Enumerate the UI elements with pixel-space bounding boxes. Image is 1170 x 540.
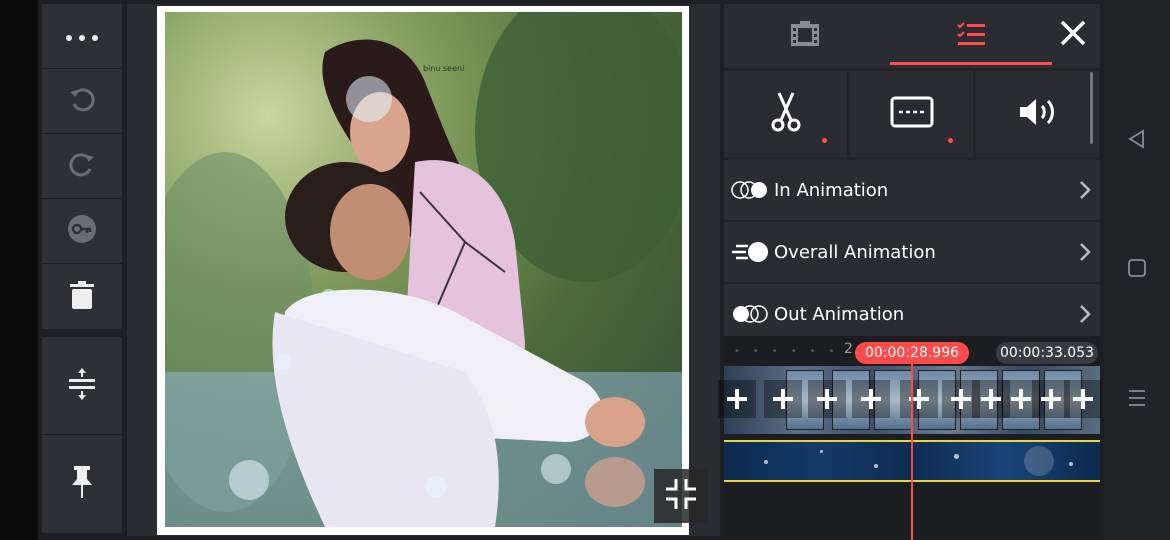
sparkle <box>954 454 959 459</box>
overall-animation-row[interactable]: Overall Animation <box>724 222 1100 282</box>
playhead[interactable] <box>911 358 913 540</box>
app-root: binu seeni In Animation Overall Animatio… <box>0 0 1170 540</box>
close-icon <box>1060 20 1086 50</box>
volume-icon <box>1018 96 1058 132</box>
panel-scrollbar[interactable] <box>1090 72 1093 144</box>
preview-photo[interactable]: binu seeni <box>165 12 682 527</box>
add-transition-button[interactable] <box>1064 380 1102 418</box>
overall-animation-label: Overall Animation <box>774 241 936 263</box>
shrink-icon <box>664 477 698 515</box>
close-button[interactable] <box>1056 18 1090 52</box>
add-transition-button[interactable] <box>808 380 846 418</box>
toolbar-group-bottom <box>42 337 122 533</box>
add-transition-button[interactable] <box>764 380 802 418</box>
sparkle <box>764 460 768 464</box>
in-animation-row[interactable]: In Animation <box>724 160 1100 220</box>
bokeh-light <box>229 460 269 500</box>
split-layers-button[interactable] <box>42 337 122 435</box>
chevron-right-icon <box>1070 180 1100 200</box>
redo-button[interactable] <box>42 134 122 199</box>
sparkle <box>1024 446 1054 476</box>
recents-lines-icon <box>1127 388 1147 412</box>
subtitle-indicator-dot <box>948 138 953 143</box>
screen-edge <box>0 0 38 540</box>
delete-button[interactable] <box>42 264 122 329</box>
bokeh-light <box>346 76 392 122</box>
keyframe-button[interactable] <box>42 199 122 264</box>
sparkle <box>1069 462 1073 466</box>
home-square-icon <box>1127 258 1147 282</box>
more-icon <box>65 27 99 46</box>
sparkle <box>874 464 878 468</box>
tab-active-indicator <box>890 62 1052 65</box>
split-tool-button[interactable] <box>724 71 847 157</box>
film-icon <box>790 21 820 51</box>
split-indicator-dot <box>822 138 827 143</box>
in-animation-icon <box>726 180 774 200</box>
key-icon <box>67 214 97 248</box>
pin-icon <box>69 465 95 503</box>
left-toolbar <box>42 4 122 533</box>
back-triangle-icon <box>1127 129 1147 153</box>
ruler-mark: 2 <box>844 341 853 357</box>
panel-tabs <box>724 4 1100 68</box>
out-animation-label: Out Animation <box>774 303 905 325</box>
nav-recents-button[interactable] <box>1126 389 1148 411</box>
chevron-right-icon <box>1070 242 1100 262</box>
nav-back-button[interactable] <box>1126 129 1148 153</box>
out-animation-icon <box>726 304 774 324</box>
add-transition-button[interactable] <box>852 380 890 418</box>
nav-home-button[interactable] <box>1126 259 1148 281</box>
bokeh-light <box>425 476 447 498</box>
system-nav-bar <box>1104 0 1170 540</box>
more-button[interactable] <box>42 4 122 69</box>
undo-button[interactable] <box>42 69 122 134</box>
toolbar-group-top <box>42 4 122 329</box>
subtitle-tool-button[interactable] <box>850 71 973 157</box>
pin-button[interactable] <box>42 435 122 533</box>
total-time-badge: 00:00:33.053 <box>996 342 1098 364</box>
split-layers-icon <box>67 367 97 405</box>
add-transition-button[interactable] <box>718 380 756 418</box>
redo-icon <box>67 149 97 183</box>
chevron-right-icon <box>1070 304 1100 324</box>
sparkle <box>820 450 823 453</box>
shrink-button[interactable] <box>654 469 708 523</box>
watermark-text: binu seeni <box>423 64 465 73</box>
scissors-icon <box>770 92 802 136</box>
bokeh-light <box>541 454 571 484</box>
in-animation-label: In Animation <box>774 179 889 201</box>
bokeh-light <box>320 289 338 307</box>
out-animation-row[interactable]: Out Animation <box>724 284 1100 344</box>
edit-tools <box>724 71 1100 157</box>
bokeh-light <box>275 354 291 370</box>
timeline-ruler: •••••• <box>734 346 848 357</box>
trash-icon <box>69 280 95 314</box>
subtitle-icon <box>890 96 934 132</box>
tab-layer-options[interactable] <box>938 4 1004 68</box>
overall-animation-icon <box>726 240 774 264</box>
undo-icon <box>67 84 97 118</box>
list-icon <box>957 22 985 50</box>
tab-media[interactable] <box>772 4 838 68</box>
add-transition-button[interactable] <box>900 380 938 418</box>
volume-tool-button[interactable] <box>976 71 1099 157</box>
